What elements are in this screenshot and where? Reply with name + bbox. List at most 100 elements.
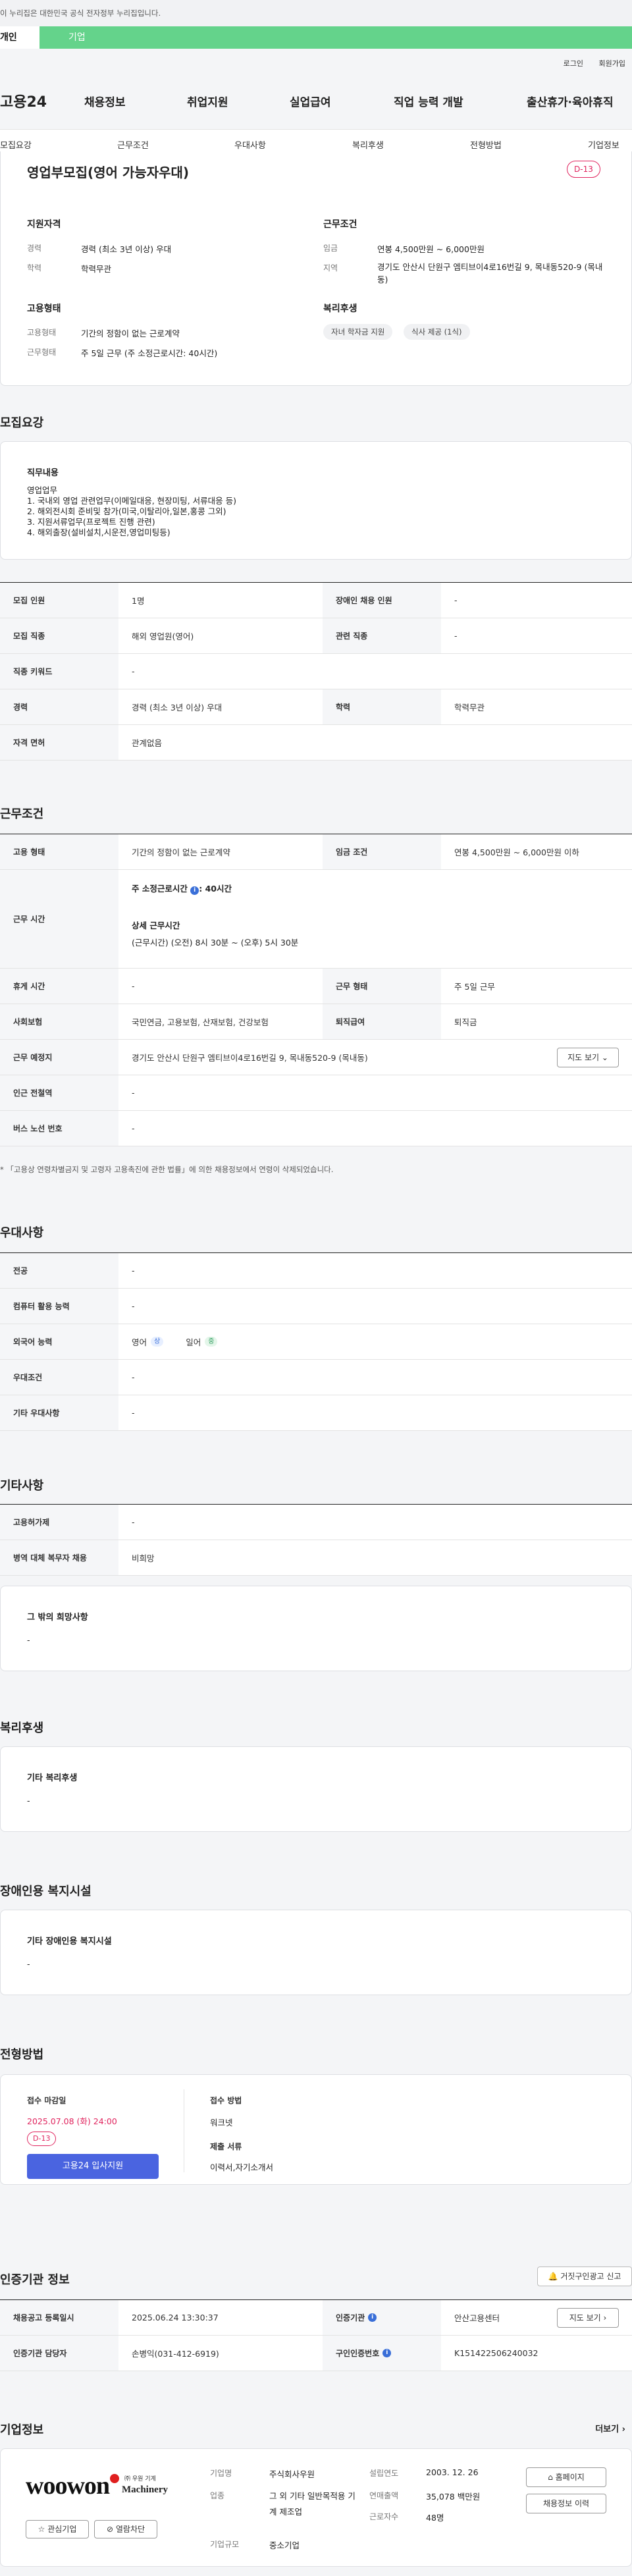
gnb-item-jobs[interactable]: 채용정보 xyxy=(84,93,126,109)
industry-label: 업종 xyxy=(210,2491,225,2500)
sales-value: 35,078 백만원 xyxy=(426,2492,481,2502)
info-icon[interactable]: i xyxy=(368,2313,377,2322)
summary-card: 영업부모집(영어 가능자우대) D-13 지원자격 경력 경력 (최소 3년 이… xyxy=(0,151,632,386)
tab-personal[interactable]: 개인 xyxy=(0,26,40,49)
star-icon: ☆ xyxy=(38,2525,45,2534)
table-header-cell: 인근 전철역 xyxy=(0,1075,118,1110)
lnb-welfare[interactable]: 복리후생 xyxy=(352,138,384,151)
lnb-work[interactable]: 근무조건 xyxy=(117,138,149,151)
table-cell: K151422506240032 xyxy=(454,2348,539,2358)
table-cell: - xyxy=(132,1408,135,1418)
table-header-cell: 관련 직종 xyxy=(323,618,441,653)
table-cell: 주 5일 근무 xyxy=(454,982,495,992)
table-cell: - xyxy=(454,631,458,641)
site-logo[interactable]: 고용24 xyxy=(0,90,47,111)
table-header-cell: 버스 노선 번호 xyxy=(0,1111,118,1146)
disability-card-title: 기타 장애인용 복지시설 xyxy=(27,1937,112,1946)
sales-label: 연매출액 xyxy=(369,2491,399,2500)
gnb-item-employment-support[interactable]: 취업지원 xyxy=(187,93,228,109)
hours-main-value: : 40시간 xyxy=(199,884,232,894)
section-title-cert: 인증기관 정보 xyxy=(0,2273,70,2287)
hiring-history-button[interactable]: 채용정보 이력 xyxy=(526,2494,606,2513)
hours-main-label: 주 소정근로시간 xyxy=(132,884,188,894)
table-row: 채용공고 등록일시 2025.06.24 13:30:37 인증기관 i 안산고용… xyxy=(0,2300,632,2336)
homepage-button[interactable]: ⌂ 홈페이지 xyxy=(526,2467,606,2487)
hours-detail-title: 상세 근무시간 xyxy=(132,921,180,930)
favorite-company-button[interactable]: ☆ 관심기업 xyxy=(26,2520,89,2538)
emp-label-type: 고용형태 xyxy=(27,328,57,337)
info-icon[interactable]: i xyxy=(382,2349,392,2357)
table-row: 사회보험 국민연금, 고용보험, 산재보험, 건강보험 퇴직급여 퇴직금 xyxy=(0,1004,632,1040)
map-button[interactable]: 지도 보기 ⌄ xyxy=(557,1048,619,1067)
lnb-company[interactable]: 기업정보 xyxy=(588,138,619,151)
table-header-cell: 컴퓨터 활용 능력 xyxy=(0,1289,118,1324)
table-header-cell: 근무 시간 xyxy=(0,870,118,968)
job-title: 영업부모집(영어 가능자우대) xyxy=(27,165,190,180)
lnb-pref[interactable]: 우대사항 xyxy=(234,138,266,151)
table-cell: 1명 xyxy=(132,596,145,606)
gnb-item-unemployment-benefit[interactable]: 실업급여 xyxy=(290,93,331,109)
deadline-label: 접수 마감일 xyxy=(27,2096,66,2105)
company-logo: woowon ㈜ 우원 기계 Machinery xyxy=(26,2471,171,2511)
duty-line: 영업업무 xyxy=(27,485,58,495)
gnb-item-vocational-training[interactable]: 직업 능력 개발 xyxy=(394,93,463,109)
apply-button[interactable]: 고용24 입사지원 xyxy=(27,2154,159,2179)
lnb-selection[interactable]: 전형방법 xyxy=(470,138,502,151)
age-footnote: * 「고용상 연령차별금지 및 고령자 고용촉진에 관한 법률」에 의한 채용정… xyxy=(0,1165,334,1174)
docs-value: 이력서,자기소개서 xyxy=(210,2162,273,2172)
table-row: 경력 경력 (최소 3년 이상) 우대 학력 학력무관 xyxy=(0,689,632,725)
qual-value-career: 경력 (최소 3년 이상) 우대 xyxy=(81,244,172,254)
gov-notice-text: 이 누리집은 대한민국 공식 전자정부 누리집입니다. xyxy=(0,9,161,18)
bell-icon: 🔔 xyxy=(548,2272,558,2281)
language-cell: 영어 상 일어 중 xyxy=(118,1324,632,1359)
table-header-cell: 외국어 능력 xyxy=(0,1324,118,1359)
lnb-recruit[interactable]: 모집요강 xyxy=(0,138,32,151)
table-row: 병역 대체 복무자 채용 비희망 xyxy=(0,1540,632,1576)
table-row: 우대조건 - xyxy=(0,1360,632,1395)
table-header-cell: 채용공고 등록일시 xyxy=(0,2300,118,2335)
table-row: 인근 전철역 - xyxy=(0,1075,632,1111)
table-row: 모집 인원 1명 장애인 채용 인원 - xyxy=(0,583,632,618)
other-wish-card: 그 밖의 희망사항 - xyxy=(0,1586,632,1671)
qual-title: 지원자격 xyxy=(27,219,61,230)
login-link[interactable]: 로그인 xyxy=(564,59,583,68)
hours-main: 주 소정근로시간 i: 40시간 xyxy=(132,882,232,895)
report-fake-ad-button[interactable]: 🔔 거짓구인광고 신고 xyxy=(537,2267,632,2286)
map-button-label: 지도 보기 xyxy=(567,1053,600,1062)
table-cell: 퇴직금 xyxy=(454,1017,477,1027)
cert-map-button[interactable]: 지도 보기 › xyxy=(557,2308,619,2328)
welfare-card-value: - xyxy=(27,1796,30,1806)
table-row: 전공 - xyxy=(0,1253,632,1289)
chevron-down-icon: ⌄ xyxy=(601,1053,608,1062)
table-header-cell: 임금 조건 xyxy=(323,834,441,869)
gnb-item-parental-leave[interactable]: 출산휴가·육아휴직 xyxy=(527,93,614,109)
table-row: 버스 노선 번호 - xyxy=(0,1111,632,1146)
pref-table: 전공 - 컴퓨터 활용 능력 - 외국어 능력 영어 상 일어 중 우대조건 - 기… xyxy=(0,1252,632,1431)
map-button-label: 지도 보기 xyxy=(569,2313,601,2322)
duty-line: 4. 해외출장(설비설치,시운전,영업미팅등) xyxy=(27,527,171,537)
language-name: 영어 xyxy=(132,1337,147,1347)
language-level-badge: 상 xyxy=(151,1337,164,1347)
emp-label-shift: 근무형태 xyxy=(27,348,57,357)
table-row: 고용허가제 - xyxy=(0,1505,632,1540)
table-cell: 경기도 안산시 단원구 엠티브이4로16번길 9, 목내동520-9 (목내동) xyxy=(132,1053,368,1063)
dday-badge: D-13 xyxy=(567,161,600,178)
user-type-tabs: 개인 기업 xyxy=(0,26,632,49)
block-view-button[interactable]: ⊘ 열람차단 xyxy=(94,2520,157,2538)
welfare-title: 복리후생 xyxy=(323,304,357,314)
cert-num-label: 구인인증번호 xyxy=(336,2349,380,2358)
table-cell: - xyxy=(132,1266,135,1275)
table-cell: - xyxy=(132,981,135,991)
dday-badge: D-13 xyxy=(27,2132,57,2146)
company-more-link[interactable]: 더보기 › xyxy=(595,2422,625,2434)
signup-link[interactable]: 회원가입 xyxy=(599,59,625,68)
disability-card: 기타 장애인용 복지시설 - xyxy=(0,1910,632,1995)
info-icon[interactable]: i xyxy=(190,886,199,895)
table-row: 고용 형태 기간의 정함이 없는 근로계약 임금 조건 연봉 4,500만원 ~… xyxy=(0,834,632,870)
tab-company[interactable]: 기업 xyxy=(40,26,86,49)
table-cell: - xyxy=(132,1123,135,1133)
welfare-tag: 자녀 학자금 지원 xyxy=(323,324,393,340)
size-label: 기업규모 xyxy=(210,2540,240,2549)
table-cell: 해외 영업원(영어) xyxy=(132,631,194,641)
table-header-cell: 근무 형태 xyxy=(323,969,441,1004)
